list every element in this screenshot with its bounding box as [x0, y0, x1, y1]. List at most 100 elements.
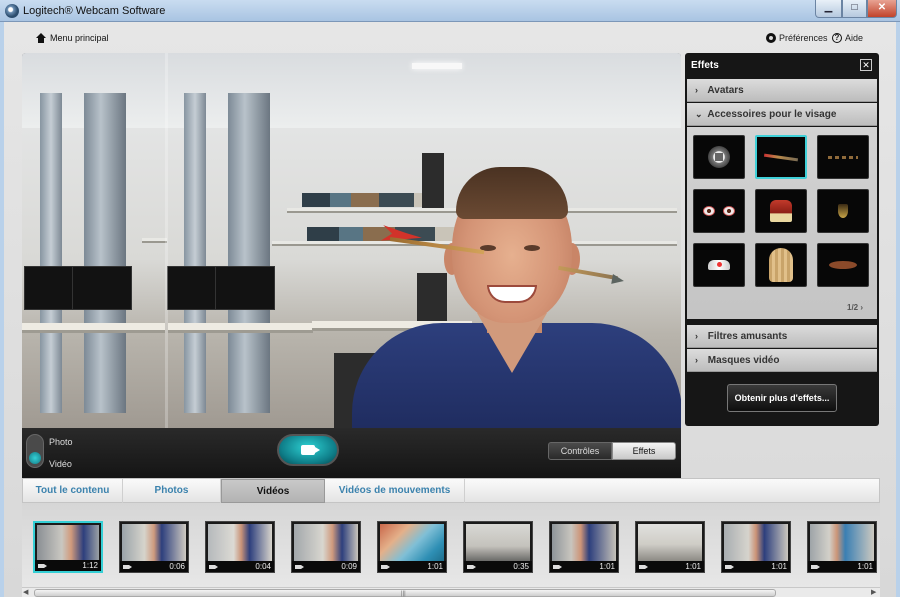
- monitor: [215, 266, 275, 310]
- help-icon: ?: [832, 33, 842, 43]
- video-thumbnail[interactable]: 0:06: [119, 521, 189, 573]
- accessory-mustache[interactable]: [817, 243, 869, 287]
- grip-icon: |||: [401, 591, 406, 597]
- tab-all-content[interactable]: Tout le contenu: [23, 479, 123, 503]
- gear-icon: [766, 33, 776, 43]
- video-camera-icon: [639, 565, 648, 569]
- thumbnail-image: [122, 524, 186, 561]
- chevron-right-icon: ›: [860, 303, 864, 312]
- video-camera-icon: [301, 445, 320, 455]
- chevron-right-icon: ›: [695, 355, 698, 365]
- thumbnail-image: [380, 524, 444, 561]
- video-camera-icon: [811, 565, 820, 569]
- accessory-crown[interactable]: [755, 189, 807, 233]
- accessory-thin-arrow[interactable]: [817, 135, 869, 179]
- video-duration: 1:01: [771, 562, 787, 571]
- tab-videos[interactable]: Vidéos: [221, 479, 325, 503]
- section-video-masks[interactable]: › Masques vidéo: [687, 349, 877, 372]
- video-thumbnail[interactable]: 1:01: [549, 521, 619, 573]
- window-title: Logitech® Webcam Software: [23, 5, 166, 17]
- video-thumbnail[interactable]: 0:09: [291, 521, 361, 573]
- shelf: [142, 238, 167, 243]
- controls-tab-button[interactable]: Contrôles: [548, 442, 612, 460]
- effects-close-button[interactable]: ✕: [860, 59, 872, 71]
- video-duration: 0:35: [513, 562, 529, 571]
- eye: [524, 245, 540, 251]
- tiara-icon: [708, 260, 730, 270]
- video-duration: 0:09: [341, 562, 357, 571]
- video-camera-icon: [725, 565, 734, 569]
- thumbnail-image: [294, 524, 358, 561]
- pillar: [184, 93, 206, 413]
- scroll-right-arrow-icon[interactable]: ▶: [871, 589, 879, 597]
- section-fun-filters[interactable]: › Filtres amusants: [687, 325, 877, 348]
- googly-eyes-icon: [703, 206, 735, 216]
- maximize-button[interactable]: □: [842, 0, 867, 18]
- accessories-grid: 1/2 ›: [687, 127, 877, 319]
- close-button[interactable]: ✕: [867, 0, 897, 18]
- video-camera-icon: [553, 565, 562, 569]
- medal-icon: [838, 204, 848, 218]
- video-mode-label[interactable]: Vidéo: [49, 459, 72, 469]
- effects-tab-button[interactable]: Effets: [612, 442, 676, 460]
- top-nav: Menu principal Préférences ? Aide: [4, 22, 896, 54]
- scroll-left-arrow-icon[interactable]: ◀: [23, 589, 31, 597]
- section-label: Avatars: [707, 85, 744, 96]
- accessory-medal[interactable]: [817, 189, 869, 233]
- thumbnail-image: [466, 524, 530, 561]
- record-button[interactable]: [277, 434, 339, 466]
- help-label: Aide: [845, 33, 864, 43]
- webcam-live-feed: [22, 53, 681, 428]
- help-link[interactable]: ? Aide: [832, 33, 863, 43]
- tab-motion-videos[interactable]: Vidéos de mouvements: [325, 479, 465, 503]
- video-thumbnail[interactable]: 1:01: [635, 521, 705, 573]
- accessory-tiara[interactable]: [693, 243, 745, 287]
- tab-photos[interactable]: Photos: [123, 479, 221, 503]
- video-thumbnail[interactable]: 1:01: [721, 521, 791, 573]
- accessory-wig[interactable]: [755, 243, 807, 287]
- video-camera-icon: [381, 565, 390, 569]
- thumbnail-image: [810, 524, 874, 561]
- get-more-effects-button[interactable]: Obtenir plus d'effets...: [727, 384, 837, 412]
- photo-mode-label[interactable]: Photo: [49, 437, 73, 447]
- video-thumbnail[interactable]: 1:01: [377, 521, 447, 573]
- main-menu-link[interactable]: Menu principal: [36, 33, 109, 43]
- accessory-eyes[interactable]: [693, 189, 745, 233]
- effects-header: Effets ✕: [685, 53, 879, 78]
- mustache-icon: [829, 261, 857, 269]
- pillar: [228, 93, 270, 413]
- preferences-label: Préférences: [779, 33, 828, 43]
- video-camera-icon: [123, 565, 132, 569]
- toggle-knob: [29, 452, 41, 464]
- section-avatars[interactable]: › Avatars: [687, 79, 877, 102]
- video-thumbnail[interactable]: 0:35: [463, 521, 533, 573]
- desk: [168, 323, 313, 333]
- video-camera-icon: [295, 565, 304, 569]
- minimize-button[interactable]: ▁: [815, 0, 842, 18]
- thumbnail-image: [724, 524, 788, 561]
- video-duration: 1:12: [82, 561, 98, 570]
- video-thumbnail[interactable]: 1:12: [33, 521, 103, 573]
- thumbnail-image: [552, 524, 616, 561]
- preferences-link[interactable]: Préférences: [766, 33, 828, 43]
- photo-video-toggle[interactable]: [26, 434, 44, 468]
- webcam-app-icon: [5, 4, 19, 18]
- video-duration: 1:01: [427, 562, 443, 571]
- stop-icon: [708, 146, 730, 168]
- accessories-pager[interactable]: 1/2 ›: [847, 303, 863, 312]
- thumbnail-scrollbar[interactable]: ◀ ||| ▶: [22, 587, 880, 597]
- scrollbar-thumb[interactable]: |||: [34, 589, 776, 597]
- arrow-effect-head: [611, 274, 625, 286]
- video-thumbnail[interactable]: 1:01: [807, 521, 877, 573]
- pillar: [84, 93, 126, 413]
- video-duration: 0:06: [169, 562, 185, 571]
- title-bar: Logitech® Webcam Software ▁ □ ✕: [0, 0, 900, 22]
- section-face-accessories[interactable]: ⌄ Accessoires pour le visage: [687, 103, 877, 126]
- video-thumbnail[interactable]: 0:04: [205, 521, 275, 573]
- app-client-area: Menu principal Préférences ? Aide Photo …: [4, 22, 896, 597]
- effects-title: Effets: [691, 60, 719, 71]
- home-icon: [36, 33, 46, 43]
- accessory-none[interactable]: [693, 135, 745, 179]
- monitor: [72, 266, 132, 310]
- accessory-arrow[interactable]: [755, 135, 807, 179]
